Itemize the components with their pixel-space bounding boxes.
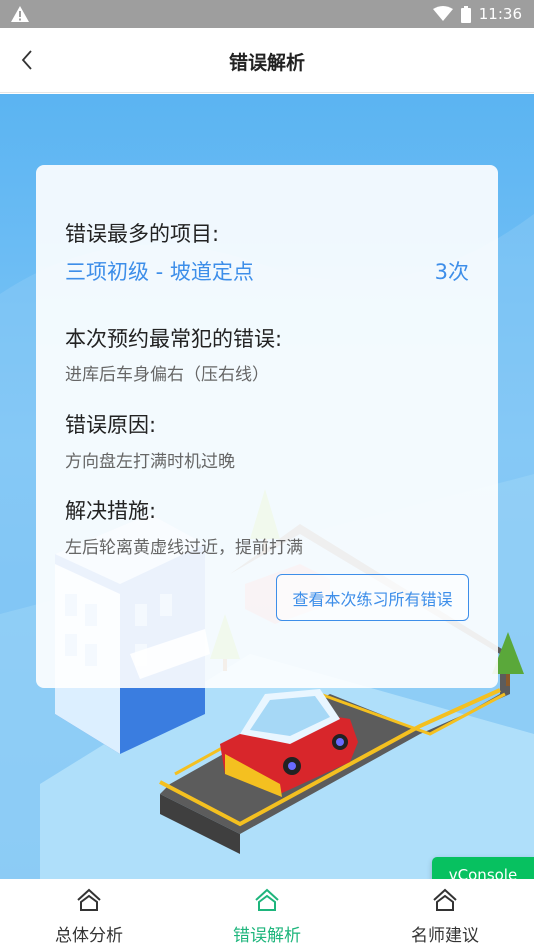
home-icon xyxy=(77,888,101,911)
error-analysis-card: 错误最多的项目: 三项初级 - 坡道定点 3次 本次预约最常犯的错误: 进库后车… xyxy=(36,165,498,688)
tab-overall-analysis[interactable]: 总体分析 xyxy=(19,879,159,949)
common-error-value: 进库后车身偏右（压右线） xyxy=(65,365,269,385)
tab-error-analysis[interactable]: 错误解析 xyxy=(197,879,337,949)
nav-bar: 错误解析 xyxy=(0,28,534,93)
home-icon xyxy=(255,888,279,911)
tab-label: 总体分析 xyxy=(55,926,123,946)
battery-icon xyxy=(460,5,471,23)
solution-label: 解决措施: xyxy=(65,499,157,523)
error-reason-value: 方向盘左打满时机过晚 xyxy=(65,452,235,472)
status-time: 11:36 xyxy=(478,5,522,23)
warning-icon xyxy=(11,6,29,22)
tab-label: 名师建议 xyxy=(411,926,479,946)
error-reason-label: 错误原因: xyxy=(65,413,157,437)
page-title: 错误解析 xyxy=(228,52,305,74)
tab-label: 错误解析 xyxy=(233,926,301,946)
view-all-errors-button[interactable]: 查看本次练习所有错误 xyxy=(276,574,469,621)
wifi-icon xyxy=(432,6,453,21)
status-bar: 11:36 xyxy=(0,0,534,28)
home-icon xyxy=(433,888,457,911)
error-project-name: 三项初级 - 坡道定点 xyxy=(65,260,254,284)
solution-value: 左后轮离黄虚线过近，提前打满 xyxy=(65,538,303,558)
error-project-count: 3次 xyxy=(434,260,469,284)
common-error-label: 本次预约最常犯的错误: xyxy=(65,327,283,351)
tab-teacher-advice[interactable]: 名师建议 xyxy=(375,879,515,949)
bottom-tab-bar: 总体分析 错误解析 名师建议 xyxy=(0,879,534,949)
most-errors-label: 错误最多的项目: xyxy=(65,222,220,246)
